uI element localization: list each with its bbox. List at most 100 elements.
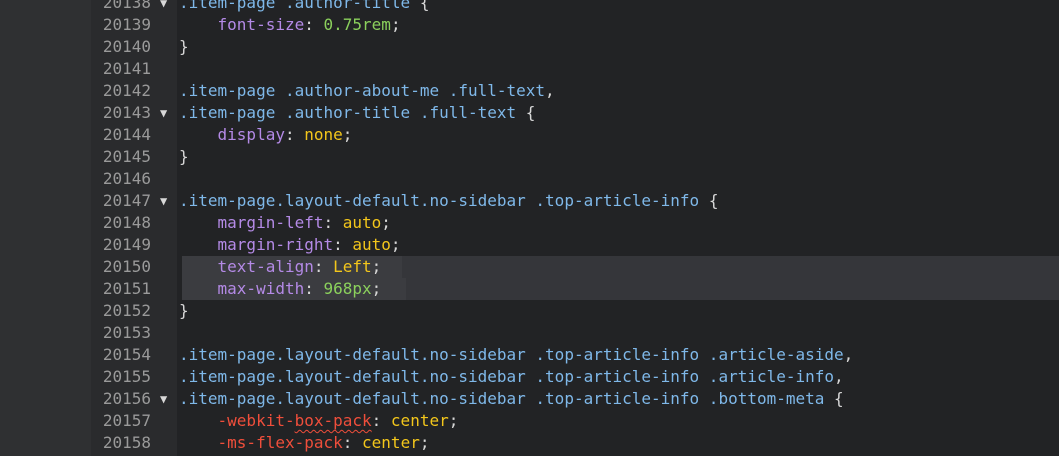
line-number: 20147	[102, 191, 151, 210]
code-text: margin-left: auto;	[179, 212, 391, 234]
code-text: text-align: Left;	[179, 256, 382, 278]
code-line[interactable]: 20140}	[91, 36, 1059, 58]
code-line[interactable]: 20153	[91, 322, 1059, 344]
code-token: .item-page .author-title	[179, 0, 420, 12]
code-line[interactable]: 20142 .item-page .author-about-me .full-t…	[91, 80, 1059, 102]
line-number: 20146	[102, 169, 151, 188]
line-number: 20145	[102, 147, 151, 166]
code-line[interactable]: 20157 -webkit-box-pack: center;	[91, 410, 1059, 432]
code-editor[interactable]: 20138 ▼ .item-page .author-title {20139 fo…	[91, 0, 1059, 454]
code-token: ;	[390, 235, 401, 254]
code-token: }	[179, 147, 189, 166]
code-text: .item-page.layout-default.no-sidebar .to…	[179, 344, 853, 366]
code-token: ;	[448, 411, 459, 430]
code-line[interactable]: 20147 ▼ .item-page.layout-default.no-sideb…	[91, 190, 1059, 212]
code-token: ;	[342, 125, 353, 144]
code-token: .item-page .author-about-me .full-text	[179, 81, 546, 100]
code-line[interactable]: 20156 ▼ .item-page.layout-default.no-sideb…	[91, 388, 1059, 410]
code-line[interactable]: 20143 ▼ .item-page .author-title .full-tex…	[91, 102, 1059, 124]
code-token: :	[304, 15, 324, 34]
code-token: ;	[381, 213, 391, 232]
line-number: 20144	[102, 125, 151, 144]
code-text: display: none;	[179, 124, 353, 146]
code-text: .item-page .author-about-me .full-text,	[179, 80, 555, 102]
line-number: 20141	[102, 59, 151, 78]
code-token: ;	[371, 257, 382, 276]
line-number: 20143	[102, 103, 151, 122]
code-text: margin-right: auto;	[179, 234, 401, 256]
code-token: auto	[342, 213, 382, 232]
code-token: center	[390, 411, 449, 430]
code-token: .item-page .author-title .full-text	[179, 103, 526, 122]
code-token: {	[708, 191, 719, 210]
fold-arrow-icon[interactable]: ▼	[160, 388, 172, 410]
code-token: box-pack	[294, 411, 372, 430]
line-number: 20155	[102, 367, 151, 386]
code-token: 968px	[323, 279, 372, 298]
code-line[interactable]: 20151 max-width: 968px;	[91, 278, 1059, 300]
code-text: .item-page.layout-default.no-sidebar .to…	[179, 388, 844, 410]
code-token: ,	[843, 345, 854, 364]
code-token: }	[179, 37, 189, 56]
code-line[interactable]: 20148 margin-left: auto;	[91, 212, 1059, 234]
line-number: 20149	[102, 235, 151, 254]
code-token: Left	[333, 257, 372, 276]
code-line[interactable]: 20139 font-size: 0.75rem;	[91, 14, 1059, 36]
code-text: max-width: 968px;	[179, 278, 382, 300]
code-token: :	[284, 125, 305, 144]
code-token: {	[525, 103, 536, 122]
code-token: ,	[834, 367, 844, 386]
code-token: .item-page.layout-default.no-sidebar .to…	[179, 367, 835, 386]
line-number: 20151	[102, 279, 151, 298]
code-text: .item-page.layout-default.no-sidebar .to…	[179, 366, 844, 388]
code-line[interactable]: 20158 -ms-flex-pack: center;	[91, 432, 1059, 454]
line-number: 20148	[102, 213, 151, 232]
line-number: 20150	[102, 257, 151, 276]
code-text: }	[179, 300, 189, 322]
line-number: 20152	[102, 301, 151, 320]
code-token: ;	[419, 433, 430, 452]
code-token: ;	[371, 279, 382, 298]
code-line[interactable]: 20150 text-align: Left;	[91, 256, 1059, 278]
code-token: -webkit-	[217, 411, 295, 430]
code-token: margin-right	[217, 235, 334, 254]
code-token: auto	[352, 235, 391, 254]
code-text: -webkit-box-pack: center;	[179, 410, 459, 432]
code-token: margin-left	[217, 213, 324, 232]
fold-arrow-icon[interactable]: ▼	[160, 102, 172, 124]
code-token: .item-page.layout-default.no-sidebar .to…	[179, 389, 835, 408]
code-line[interactable]: 20138 ▼ .item-page .author-title {	[91, 0, 1059, 14]
code-token: text-align	[217, 257, 314, 276]
fold-arrow-icon[interactable]: ▼	[160, 0, 172, 14]
code-line[interactable]: 20149 margin-right: auto;	[91, 234, 1059, 256]
code-line[interactable]: 20144 display: none;	[91, 124, 1059, 146]
code-token: {	[834, 389, 844, 408]
code-token: ,	[545, 81, 555, 100]
line-number: 20158	[102, 433, 151, 452]
code-token: .item-page.layout-default.no-sidebar .to…	[179, 191, 709, 210]
code-line[interactable]: 20146	[91, 168, 1059, 190]
code-line[interactable]: 20152}	[91, 300, 1059, 322]
code-token: .item-page.layout-default.no-sidebar .to…	[179, 345, 844, 364]
code-token: :	[304, 279, 324, 298]
code-token: -ms-flex-pack	[217, 433, 343, 452]
line-number: 20139	[102, 15, 151, 34]
code-text: }	[179, 36, 189, 58]
code-token: :	[371, 411, 391, 430]
code-text: -ms-flex-pack: center;	[179, 432, 430, 454]
code-text: font-size: 0.75rem;	[179, 14, 401, 36]
code-text: .item-page .author-title {	[179, 0, 429, 14]
code-line[interactable]: 20154 .item-page.layout-default.no-sideba…	[91, 344, 1059, 366]
code-text: .item-page.layout-default.no-sidebar .to…	[179, 190, 718, 212]
code-line[interactable]: 20141	[91, 58, 1059, 80]
fold-arrow-icon[interactable]: ▼	[160, 190, 172, 212]
line-number: 20156	[102, 389, 151, 408]
code-line[interactable]: 20155 .item-page.layout-default.no-sideba…	[91, 366, 1059, 388]
code-line[interactable]: 20145}	[91, 146, 1059, 168]
